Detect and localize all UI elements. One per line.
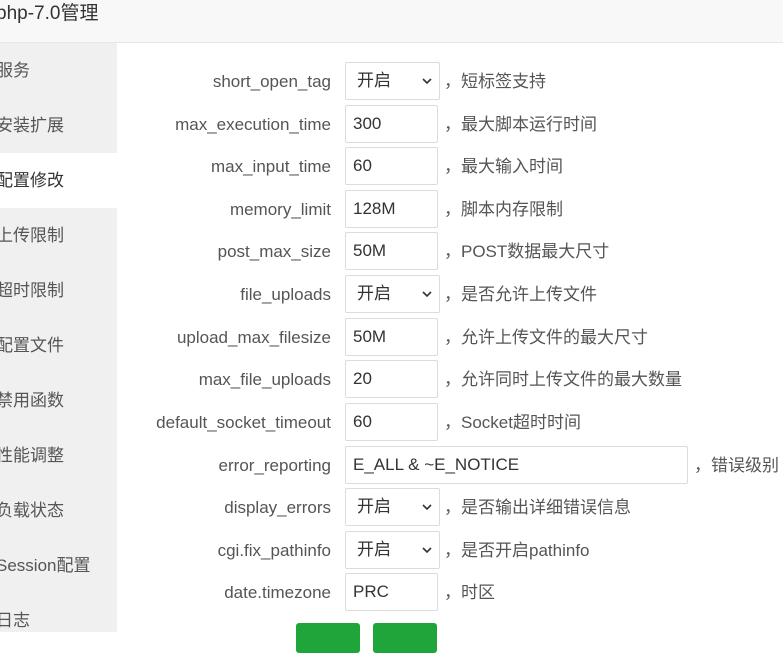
field-label: memory_limit — [229, 200, 331, 219]
field-description: ，最大输入时间 — [444, 157, 563, 176]
form-row-max-file-uploads: max_file_uploads 20 ，允许同时上传文件的最大数量 — [117, 360, 783, 400]
select-value: 开启 — [357, 497, 391, 516]
field-description: ，允许上传文件的最大尺寸 — [444, 328, 648, 347]
field-label: max_execution_time — [175, 115, 331, 134]
max-execution-time-input[interactable]: 300 — [345, 105, 438, 143]
chevron-down-icon — [422, 547, 432, 554]
short-open-tag-select[interactable]: 开启 — [345, 62, 440, 100]
field-label: post_max_size — [217, 242, 331, 261]
field-description: ，脚本内存限制 — [444, 200, 563, 219]
field-description: ，是否允许上传文件 — [444, 285, 597, 304]
field-description: ，Socket超时时间 — [444, 413, 581, 432]
field-label: cgi.fix_pathinfo — [217, 541, 331, 560]
field-description: ，最大脚本运行时间 — [444, 115, 597, 134]
sidebar-item-logs[interactable]: 日志 — [0, 593, 117, 648]
field-label: upload_max_filesize — [176, 328, 331, 347]
default-socket-timeout-input[interactable]: 60 — [345, 403, 438, 441]
field-description: ，短标签支持 — [444, 72, 546, 91]
field-label: display_errors — [224, 498, 331, 517]
post-max-size-input[interactable]: 50M — [345, 232, 438, 270]
window-title: php-7.0管理 — [0, 3, 99, 24]
sidebar: 服务 安装扩展 配置修改 上传限制 超时限制 配置文件 禁用函数 性能调整 负载… — [0, 43, 117, 632]
field-label: max_file_uploads — [198, 370, 331, 389]
form-row-max-execution-time: max_execution_time 300 ，最大脚本运行时间 — [117, 105, 783, 145]
save-button[interactable] — [373, 623, 437, 653]
field-description: ，时区 — [444, 583, 495, 602]
display-errors-select[interactable]: 开启 — [345, 488, 440, 526]
sidebar-item-config-file[interactable]: 配置文件 — [0, 318, 117, 373]
field-description: ，错误级别 — [694, 456, 779, 475]
select-value: 开启 — [357, 71, 391, 90]
memory-limit-input[interactable]: 128M — [345, 190, 438, 228]
sidebar-item-disabled-functions[interactable]: 禁用函数 — [0, 373, 117, 428]
sidebar-item-load-status[interactable]: 负载状态 — [0, 483, 117, 538]
upload-max-filesize-input[interactable]: 50M — [345, 318, 438, 356]
max-input-time-input[interactable]: 60 — [345, 147, 438, 185]
max-file-uploads-input[interactable]: 20 — [345, 360, 438, 398]
field-label: default_socket_timeout — [156, 413, 331, 432]
chevron-down-icon — [422, 291, 432, 298]
sidebar-item-timeout-limit[interactable]: 超时限制 — [0, 263, 117, 318]
error-reporting-input[interactable]: E_ALL & ~E_NOTICE — [345, 446, 688, 484]
form-row-post-max-size: post_max_size 50M ，POST数据最大尺寸 — [117, 232, 783, 272]
field-label: file_uploads — [240, 285, 331, 304]
refresh-button[interactable] — [296, 623, 360, 653]
sidebar-item-install-extensions[interactable]: 安装扩展 — [0, 98, 117, 153]
sidebar-item-config-edit[interactable]: 配置修改 — [0, 153, 117, 208]
cgi-fix-pathinfo-select[interactable]: 开启 — [345, 531, 440, 569]
window-titlebar: php-7.0管理 — [0, 0, 783, 43]
sidebar-item-performance[interactable]: 性能调整 — [0, 428, 117, 483]
sidebar-item-upload-limit[interactable]: 上传限制 — [0, 208, 117, 263]
field-label: error_reporting — [218, 456, 331, 475]
select-value: 开启 — [357, 284, 391, 303]
field-description: ，是否输出详细错误信息 — [444, 498, 631, 517]
field-label: short_open_tag — [212, 72, 331, 91]
form-row-cgi-fix-pathinfo: cgi.fix_pathinfo 开启 ，是否开启pathinfo — [117, 531, 783, 571]
field-description: ，是否开启pathinfo — [444, 541, 590, 560]
sidebar-item-service[interactable]: 服务 — [0, 43, 117, 98]
field-label: date.timezone — [224, 583, 331, 602]
form-row-memory-limit: memory_limit 128M ，脚本内存限制 — [117, 190, 783, 230]
chevron-down-icon — [422, 78, 432, 85]
form-row-short-open-tag: short_open_tag 开启 ，短标签支持 — [117, 62, 783, 102]
file-uploads-select[interactable]: 开启 — [345, 275, 440, 313]
select-value: 开启 — [357, 540, 391, 559]
form-row-display-errors: display_errors 开启 ，是否输出详细错误信息 — [117, 488, 783, 528]
form-row-upload-max-filesize: upload_max_filesize 50M ，允许上传文件的最大尺寸 — [117, 318, 783, 358]
sidebar-item-session-config[interactable]: Session配置 — [0, 538, 117, 593]
form-row-date-timezone: date.timezone PRC ，时区 — [117, 573, 783, 613]
form-row-error-reporting: error_reporting E_ALL & ~E_NOTICE ，错误级别 — [117, 446, 783, 486]
date-timezone-input[interactable]: PRC — [345, 573, 438, 611]
field-description: ，POST数据最大尺寸 — [444, 242, 610, 261]
form-row-max-input-time: max_input_time 60 ，最大输入时间 — [117, 147, 783, 187]
form-row-file-uploads: file_uploads 开启 ，是否允许上传文件 — [117, 275, 783, 315]
field-label: max_input_time — [210, 157, 331, 176]
chevron-down-icon — [422, 504, 432, 511]
form-row-default-socket-timeout: default_socket_timeout 60 ，Socket超时时间 — [117, 403, 783, 443]
field-description: ，允许同时上传文件的最大数量 — [444, 370, 682, 389]
